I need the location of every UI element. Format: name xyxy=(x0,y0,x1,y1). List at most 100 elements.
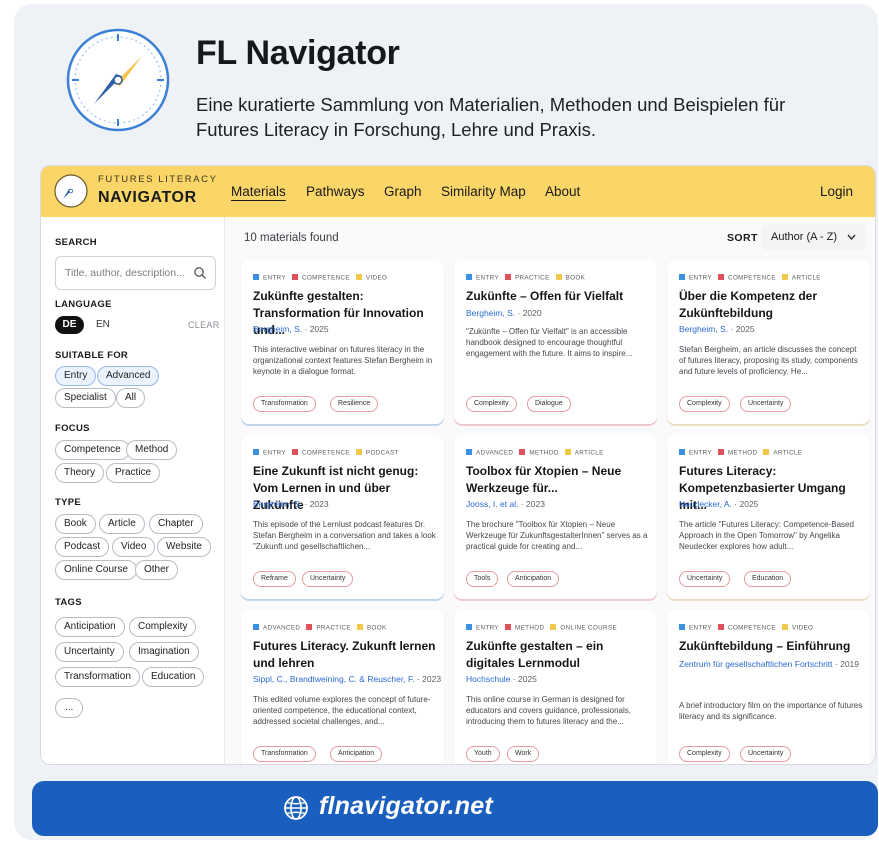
card-author[interactable]: Bergheim, S. xyxy=(253,499,302,509)
card-tag-chip[interactable]: Uncertainty xyxy=(740,746,792,762)
material-card[interactable]: ENTRY COMPETENCE PODCAST Eine Zukunft ist n… xyxy=(241,435,444,599)
search-icon[interactable] xyxy=(193,266,207,280)
card-description: "Zukünfte – Offen für Vielfalt" is an ac… xyxy=(466,327,633,358)
card-author[interactable]: Neudecker, A. xyxy=(679,499,732,509)
card-meta: Hochschule · 2025 xyxy=(466,674,537,684)
material-card[interactable]: ENTRY PRACTICE BOOK Zukünfte – Offen für Vi… xyxy=(454,260,657,424)
filter-video[interactable]: Video xyxy=(112,537,156,557)
nav-similarity-map[interactable]: Similarity Map xyxy=(441,184,526,199)
level-marker xyxy=(466,449,472,455)
filter-article[interactable]: Article xyxy=(99,514,145,534)
login-link[interactable]: Login xyxy=(820,184,853,199)
filter-advanced[interactable]: Advanced xyxy=(97,366,160,386)
filter-other[interactable]: Other xyxy=(135,560,179,580)
nav-graph[interactable]: Graph xyxy=(384,184,422,199)
card-level-tag: ENTRY xyxy=(679,449,712,457)
card-tag-chip[interactable]: Dialogue xyxy=(527,396,571,412)
card-title[interactable]: Über die Kompetenz der Zukünftebildung xyxy=(679,288,863,322)
card-meta: Jooss, I. et al. · 2023 xyxy=(466,499,545,509)
card-focus-text: COMPETENCE xyxy=(727,624,776,632)
filter-entry[interactable]: Entry xyxy=(55,366,97,386)
card-author[interactable]: Bergheim, S. xyxy=(466,308,515,318)
card-tag-chip[interactable]: Uncertainty xyxy=(302,571,354,587)
card-tag-chip[interactable]: Youth xyxy=(466,746,500,762)
card-type-text: ARTICLE xyxy=(574,449,604,457)
card-author[interactable]: Zentrum für gesellschaftlichen Fortschri… xyxy=(679,659,833,669)
tag-uncertainty[interactable]: Uncertainty xyxy=(55,642,124,662)
card-title[interactable]: Zukünftebildung – Einführung xyxy=(679,638,863,655)
clear-filters-button[interactable]: CLEAR xyxy=(188,320,220,330)
card-tag-chip[interactable]: Tools xyxy=(466,571,499,587)
brand-name[interactable]: NAVIGATOR xyxy=(98,189,197,207)
card-tag-chip[interactable]: Complexity xyxy=(679,746,730,762)
nav-pathways[interactable]: Pathways xyxy=(306,184,365,199)
material-card[interactable]: ENTRY COMPETENCE VIDEO Zukünftebildung – Ei… xyxy=(667,610,870,764)
filter-book[interactable]: Book xyxy=(55,514,96,534)
language-en[interactable]: EN xyxy=(96,319,110,330)
chevron-down-icon xyxy=(847,234,856,241)
card-author[interactable]: Hochschule xyxy=(466,674,510,684)
card-type-tag: BOOK xyxy=(356,624,387,632)
filter-specialist[interactable]: Specialist xyxy=(55,388,116,408)
more-tags-button[interactable]: ... xyxy=(55,698,84,718)
filter-practice[interactable]: Practice xyxy=(106,463,161,483)
filter-chapter[interactable]: Chapter xyxy=(149,514,203,534)
card-title[interactable]: Futures Literacy. Zukunft lernen und leh… xyxy=(253,638,437,672)
card-tag-chip[interactable]: Uncertainty xyxy=(679,571,731,587)
tag-transformation[interactable]: Transformation xyxy=(55,667,140,687)
card-level-tag: ENTRY xyxy=(466,274,499,282)
card-title[interactable]: Zukünfte gestalten – ein digitales Lernm… xyxy=(466,638,650,672)
card-category-tags: ENTRY COMPETENCE VIDEO xyxy=(679,624,819,634)
card-tag-chip[interactable]: Transformation xyxy=(253,746,316,762)
card-tag-chip[interactable]: Anticipation xyxy=(507,571,560,587)
nav-materials[interactable]: Materials xyxy=(231,184,286,199)
level-marker xyxy=(253,624,259,630)
search-input[interactable]: Title, author, description... xyxy=(55,256,216,290)
card-title[interactable]: Zukünfte – Offen für Vielfalt xyxy=(466,288,650,305)
card-tag-chip[interactable]: Reframe xyxy=(253,571,296,587)
material-card[interactable]: ENTRY METHOD ONLINE COURSE Zukünfte gestalt… xyxy=(454,610,657,764)
card-title[interactable]: Toolbox für Xtopien – Neue Werkzeuge für… xyxy=(466,463,650,497)
sort-select[interactable]: Author (A - Z) xyxy=(761,224,866,250)
filter-podcast[interactable]: Podcast xyxy=(55,537,110,557)
material-card[interactable]: ENTRY COMPETENCE VIDEO Zukünfte gestalten: … xyxy=(241,260,444,424)
card-author[interactable]: Jooss, I. et al. xyxy=(466,499,518,509)
material-card[interactable]: ENTRY COMPETENCE ARTICLE Über die Kompetenz… xyxy=(667,260,870,424)
material-card[interactable]: ADVANCED METHOD ARTICLE Toolbox für Xtopien… xyxy=(454,435,657,599)
tag-imagination[interactable]: Imagination xyxy=(129,642,199,662)
filter-website[interactable]: Website xyxy=(157,537,211,557)
card-tag-chip[interactable]: Resilience xyxy=(330,396,379,412)
card-level-text: ENTRY xyxy=(689,624,712,632)
type-marker xyxy=(356,624,363,630)
card-tag-chip[interactable]: Education xyxy=(744,571,792,587)
filter-theory[interactable]: Theory xyxy=(55,463,105,483)
tag-complexity[interactable]: Complexity xyxy=(129,617,197,637)
card-tag-chip[interactable]: Work xyxy=(507,746,540,762)
tag-anticipation[interactable]: Anticipation xyxy=(55,617,125,637)
card-author[interactable]: Bergheim, S. xyxy=(679,324,728,334)
card-tag-chip[interactable]: Complexity xyxy=(466,396,517,412)
card-year: 2025 xyxy=(309,324,329,334)
nav-about[interactable]: About xyxy=(545,184,580,199)
compass-icon[interactable] xyxy=(53,173,89,209)
card-author[interactable]: Bergheim, S. xyxy=(253,324,302,334)
card-author[interactable]: Sippl, C., Brandtweining, C. & Reuscher,… xyxy=(253,674,415,684)
material-card[interactable]: ENTRY METHOD ARTICLE Futures Literacy: Komp… xyxy=(667,435,870,599)
footer-url[interactable]: flnavigator.net xyxy=(319,792,493,821)
card-level-text: ENTRY xyxy=(263,274,286,282)
filter-online-course[interactable]: Online Course xyxy=(55,560,137,580)
card-tag-chip[interactable]: Complexity xyxy=(679,396,730,412)
filter-competence[interactable]: Competence xyxy=(55,440,130,460)
card-year: 2019 xyxy=(840,659,860,669)
card-tag-chip[interactable]: Uncertainty xyxy=(740,396,792,412)
top-nav: FUTURES LITERACY NAVIGATOR Materials Pat… xyxy=(41,166,875,217)
card-type-text: ARTICLE xyxy=(791,274,821,282)
language-de[interactable]: DE xyxy=(55,316,84,334)
material-card[interactable]: ADVANCED PRACTICE BOOK Futures Literacy. Zu… xyxy=(241,610,444,764)
filter-all[interactable]: All xyxy=(116,388,146,408)
card-tag-chip[interactable]: Transformation xyxy=(253,396,316,412)
card-type-text: ARTICLE xyxy=(773,449,803,457)
tag-education[interactable]: Education xyxy=(142,667,205,687)
card-tag-chip[interactable]: Anticipation xyxy=(330,746,383,762)
filter-method[interactable]: Method xyxy=(126,440,178,460)
